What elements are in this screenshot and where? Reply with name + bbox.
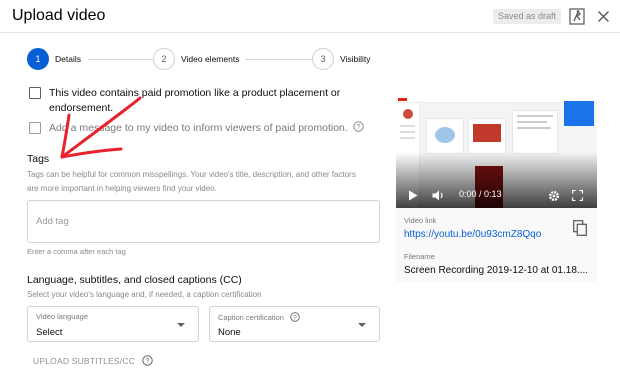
video-controls: 0:00 / 0:13 [396, 186, 597, 206]
chevron-down-icon [358, 323, 366, 327]
saved-status-badge: Saved as draft [493, 9, 562, 24]
paid-message-label: Add a message to my video to inform view… [49, 122, 348, 134]
filename-value: Screen Recording 2019-12-10 at 01.18.... [404, 265, 589, 276]
video-preview-panel: 0:00 / 0:13 Video link https://youtu.be/… [396, 96, 597, 282]
step-number: 3 [312, 48, 334, 70]
paid-promotion-row: This video contains paid promotion like … [29, 86, 349, 116]
logo-icon [398, 98, 407, 101]
caption-certification-label: Caption certification [218, 312, 284, 322]
video-time: 0:00 / 0:13 [459, 189, 502, 199]
gear-icon[interactable] [548, 190, 560, 202]
upload-subtitles-label: UPLOAD SUBTITLES/CC [33, 355, 136, 366]
step-number: 1 [27, 48, 49, 70]
copy-icon[interactable] [573, 220, 587, 236]
svg-text:?: ? [293, 314, 297, 321]
step-number: 2 [153, 48, 175, 70]
video-language-label: Video language [36, 312, 88, 321]
tags-description: Tags can be helpful for common misspelli… [27, 170, 356, 193]
language-description: Select your video's language and, if nee… [27, 290, 262, 299]
step-video-elements[interactable]: 2 Video elements [153, 48, 239, 70]
video-link-label: Video link [404, 216, 437, 225]
avatar [403, 109, 413, 119]
play-icon[interactable] [408, 190, 418, 201]
step-label: Visibility [340, 54, 371, 64]
upload-stepper: 1 Details 2 Video elements 3 Visibility [27, 48, 377, 72]
video-player[interactable]: 0:00 / 0:13 [396, 96, 597, 208]
paid-message-row: Add a message to my video to inform view… [29, 121, 379, 136]
tag-hint: Enter a comma after each tag [27, 247, 126, 256]
chevron-down-icon [177, 323, 185, 327]
upload-subtitles-button[interactable]: UPLOAD SUBTITLES/CC? [33, 355, 153, 366]
caption-certification-select[interactable]: Caption certification? None [209, 306, 380, 342]
help-icon[interactable]: ? [353, 121, 364, 132]
filename-label: Filename [404, 252, 435, 261]
paid-promotion-checkbox[interactable] [29, 87, 41, 99]
step-details[interactable]: 1 Details [27, 48, 81, 70]
dialog-header: Upload video Saved as draft [0, 0, 620, 33]
volume-icon[interactable] [432, 190, 445, 201]
feedback-icon[interactable] [569, 8, 585, 25]
dialog-title: Upload video [12, 7, 106, 24]
video-language-select[interactable]: Video language Select [27, 306, 199, 342]
svg-text:?: ? [146, 358, 150, 365]
caption-certification-value: None [218, 327, 241, 338]
video-thumbnail-card [512, 110, 558, 154]
video-thumbnail-popup [564, 101, 594, 126]
language-title: Language, subtitles, and closed captions… [27, 274, 242, 286]
tags-title: Tags [27, 153, 50, 165]
video-thumbnail-card [468, 118, 506, 154]
help-icon[interactable]: ? [290, 312, 300, 322]
video-language-value: Select [36, 327, 63, 338]
fullscreen-icon[interactable] [572, 190, 583, 201]
step-label: Details [55, 54, 81, 64]
paid-message-checkbox[interactable] [29, 122, 41, 134]
step-label: Video elements [181, 54, 240, 64]
video-thumbnail-card [426, 118, 464, 154]
svg-text:?: ? [356, 124, 360, 131]
paid-promotion-label: This video contains paid promotion like … [49, 87, 341, 114]
video-link[interactable]: https://youtu.be/0u93cmZ8Qqo [404, 229, 541, 240]
close-icon[interactable] [597, 10, 610, 23]
step-visibility[interactable]: 3 Visibility [312, 48, 371, 70]
tag-input[interactable] [27, 200, 380, 243]
help-icon[interactable]: ? [142, 355, 153, 366]
